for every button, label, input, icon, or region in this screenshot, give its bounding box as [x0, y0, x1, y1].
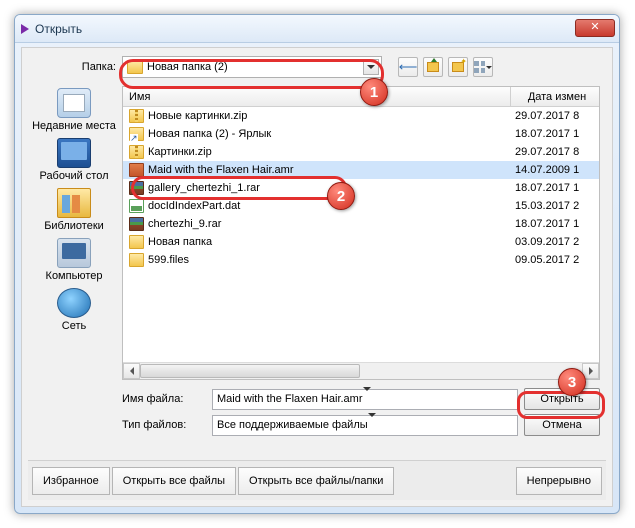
open-button[interactable]: Открыть	[524, 388, 600, 410]
file-row[interactable]: Новые картинки.zip 29.07.2017 8	[123, 107, 599, 125]
chevron-down-icon[interactable]	[363, 59, 379, 75]
file-date: 18.07.2017 1	[511, 218, 599, 230]
filename-value: Maid with the Flaxen Hair.amr	[217, 393, 363, 405]
chevron-down-icon[interactable]	[363, 391, 380, 408]
place-computer-icon	[57, 238, 91, 268]
file-name: Новая папка (2) - Ярлык	[148, 128, 271, 140]
place-desktop-icon	[57, 138, 91, 168]
file-name: docIdIndexPart.dat	[148, 200, 240, 212]
column-date-header[interactable]: Дата измен	[511, 91, 599, 103]
file-icon	[129, 127, 144, 141]
file-icon	[129, 109, 144, 123]
toolbar: ⟵	[398, 57, 493, 77]
place-label: Рабочий стол	[30, 170, 118, 182]
file-date: 03.09.2017 2	[511, 236, 599, 248]
file-date: 18.07.2017 1	[511, 128, 599, 140]
file-name: Новые картинки.zip	[148, 110, 247, 122]
chevron-down-icon[interactable]	[368, 417, 385, 434]
file-name: chertezhi_9.rar	[148, 218, 221, 230]
scroll-track[interactable]	[140, 363, 582, 379]
file-name: Maid with the Flaxen Hair.amr	[148, 164, 294, 176]
close-button[interactable]: ✕	[575, 19, 615, 37]
scroll-right-button[interactable]	[582, 363, 599, 379]
file-row[interactable]: gallery_chertezhi_1.rar 18.07.2017 1	[123, 179, 599, 197]
filename-label: Имя файла:	[122, 393, 206, 405]
favorites-button[interactable]: Избранное	[32, 467, 110, 495]
place-label: Сеть	[30, 320, 118, 332]
filetype-label: Тип файлов:	[122, 419, 206, 431]
folder-row: Папка: Новая папка (2) ⟵	[70, 56, 602, 78]
continuous-button[interactable]: Непрерывно	[516, 467, 602, 495]
view-mode-button[interactable]	[473, 57, 493, 77]
place-label: Библиотеки	[30, 220, 118, 232]
place-network-icon	[57, 288, 91, 318]
file-date: 14.07.2009 1	[511, 164, 599, 176]
dialog-body: Папка: Новая папка (2) ⟵ Недавние места Р…	[21, 47, 613, 507]
list-header: Имя Дата измен	[123, 87, 599, 107]
folder-icon	[127, 60, 143, 74]
file-row[interactable]: Новая папка (2) - Ярлык 18.07.2017 1	[123, 125, 599, 143]
up-folder-button[interactable]	[423, 57, 443, 77]
file-row[interactable]: Картинки.zip 29.07.2017 8	[123, 143, 599, 161]
file-name: gallery_chertezhi_1.rar	[148, 182, 260, 194]
file-icon	[129, 145, 144, 159]
place-label: Недавние места	[30, 120, 118, 132]
footer-toolbar: Избранное Открыть все файлы Открыть все …	[28, 460, 606, 500]
cancel-button[interactable]: Отмена	[524, 414, 600, 436]
open-all-files-button[interactable]: Открыть все файлы	[112, 467, 236, 495]
open-all-files-folders-button[interactable]: Открыть все файлы/папки	[238, 467, 394, 495]
titlebar: Открыть ✕	[15, 15, 619, 43]
file-list: Имя Дата измен Новые картинки.zip 29.07.2…	[122, 86, 600, 380]
column-name-header[interactable]: Имя	[123, 87, 511, 106]
new-folder-button[interactable]	[448, 57, 468, 77]
file-icon	[129, 235, 144, 249]
places-bar: Недавние места Рабочий стол Библиотеки Комп…	[30, 86, 118, 380]
place-libraries-icon	[57, 188, 91, 218]
file-date: 29.07.2017 8	[511, 110, 599, 122]
file-date: 15.03.2017 2	[511, 200, 599, 212]
file-name: 599.files	[148, 254, 189, 266]
place-libraries[interactable]: Библиотеки	[30, 188, 118, 232]
file-date: 29.07.2017 8	[511, 146, 599, 158]
file-date: 09.05.2017 2	[511, 254, 599, 266]
place-desktop[interactable]: Рабочий стол	[30, 138, 118, 182]
scroll-left-button[interactable]	[123, 363, 140, 379]
open-dialog: Открыть ✕ Папка: Новая папка (2) ⟵ Недав…	[14, 14, 620, 514]
scroll-thumb[interactable]	[140, 364, 360, 378]
file-date: 18.07.2017 1	[511, 182, 599, 194]
file-name: Новая папка	[148, 236, 212, 248]
place-computer[interactable]: Компьютер	[30, 238, 118, 282]
place-recent-icon	[57, 88, 91, 118]
horizontal-scrollbar[interactable]	[123, 362, 599, 379]
back-button[interactable]: ⟵	[398, 57, 418, 77]
file-icon	[129, 181, 144, 195]
file-row[interactable]: Maid with the Flaxen Hair.amr 14.07.2009 …	[123, 161, 599, 179]
filename-input[interactable]: Maid with the Flaxen Hair.amr	[212, 389, 518, 410]
file-name: Картинки.zip	[148, 146, 212, 158]
file-row[interactable]: Новая папка 03.09.2017 2	[123, 233, 599, 251]
place-recent[interactable]: Недавние места	[30, 88, 118, 132]
filetype-dropdown[interactable]: Все поддерживаемые файлы	[212, 415, 518, 436]
filetype-value: Все поддерживаемые файлы	[217, 419, 368, 431]
folder-dropdown[interactable]: Новая папка (2)	[122, 56, 382, 78]
bottom-fields: Имя файла: Maid with the Flaxen Hair.amr…	[122, 386, 600, 452]
file-icon	[129, 163, 144, 177]
file-row[interactable]: docIdIndexPart.dat 15.03.2017 2	[123, 197, 599, 215]
window-title: Открыть	[35, 22, 82, 36]
file-icon	[129, 199, 144, 213]
folder-label: Папка:	[70, 61, 116, 73]
file-row[interactable]: 599.files 09.05.2017 2	[123, 251, 599, 269]
file-icon	[129, 217, 144, 231]
place-network[interactable]: Сеть	[30, 288, 118, 332]
file-row[interactable]: chertezhi_9.rar 18.07.2017 1	[123, 215, 599, 233]
place-label: Компьютер	[30, 270, 118, 282]
app-icon	[21, 24, 29, 34]
file-icon	[129, 253, 144, 267]
folder-current: Новая папка (2)	[147, 61, 228, 73]
